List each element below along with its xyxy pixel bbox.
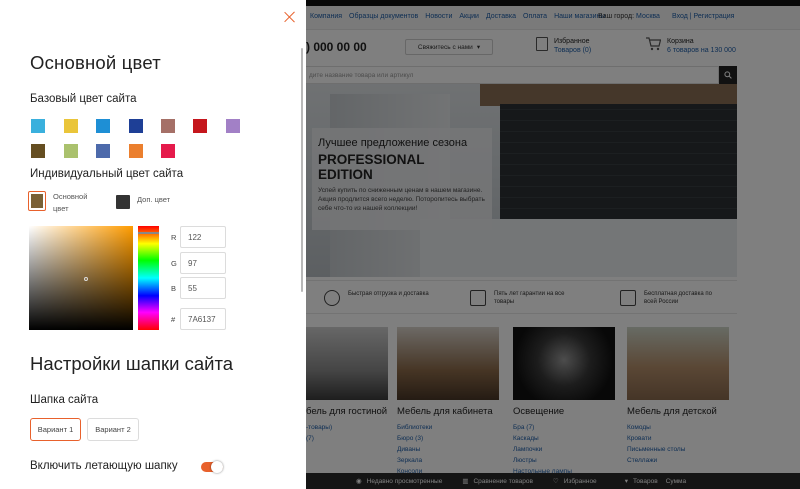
b-label: B (171, 284, 177, 293)
main-color-heading: Основной цвет (30, 52, 161, 73)
color-swatch[interactable] (226, 119, 240, 133)
color-swatch[interactable] (64, 119, 78, 133)
sticky-header-toggle[interactable] (201, 461, 223, 473)
saturation-value-area[interactable] (29, 226, 133, 330)
base-color-label: Базовый цвет сайта (30, 93, 137, 105)
hex-label: # (171, 315, 176, 324)
main-color-preview (31, 194, 43, 208)
panel-scrollbar[interactable] (301, 48, 303, 292)
theme-settings-panel: Основной цвет Базовый цвет сайта Индивид… (0, 0, 306, 489)
color-swatch[interactable] (31, 144, 45, 158)
variant-1-button[interactable]: Вариант 1 (30, 418, 81, 441)
color-swatch[interactable] (64, 144, 78, 158)
header-label: Шапка сайта (30, 394, 99, 406)
color-picker-handle[interactable] (84, 277, 88, 281)
toggle-knob (211, 461, 223, 473)
color-swatch[interactable] (161, 119, 175, 133)
color-swatch[interactable] (129, 144, 143, 158)
g-input[interactable]: 97 (180, 252, 226, 274)
g-label: G (171, 259, 177, 268)
main-color-picker-button[interactable] (28, 191, 46, 211)
main-color-label: Основной цвет (53, 192, 88, 213)
r-input[interactable]: 122 (180, 226, 226, 248)
close-icon[interactable] (283, 10, 297, 24)
color-swatch[interactable] (193, 119, 207, 133)
sticky-header-label: Включить летающую шапку (30, 460, 178, 472)
color-swatch[interactable] (129, 119, 143, 133)
header-settings-heading: Настройки шапки сайта (30, 353, 233, 374)
color-swatch[interactable] (161, 144, 175, 158)
custom-color-label: Индивидуальный цвет сайта (30, 168, 184, 180)
alt-color-picker-button[interactable] (116, 195, 130, 209)
color-swatch[interactable] (96, 119, 110, 133)
hex-input[interactable]: 7A6137 (180, 308, 226, 330)
color-swatch[interactable] (31, 119, 45, 133)
hue-slider-handle[interactable] (138, 232, 159, 234)
alt-color-label: Доп. цвет (137, 195, 171, 204)
hue-slider[interactable] (138, 226, 159, 330)
r-label: R (171, 233, 177, 242)
color-swatch[interactable] (96, 144, 110, 158)
variant-2-button[interactable]: Вариант 2 (87, 418, 139, 441)
b-input[interactable]: 55 (180, 277, 226, 299)
